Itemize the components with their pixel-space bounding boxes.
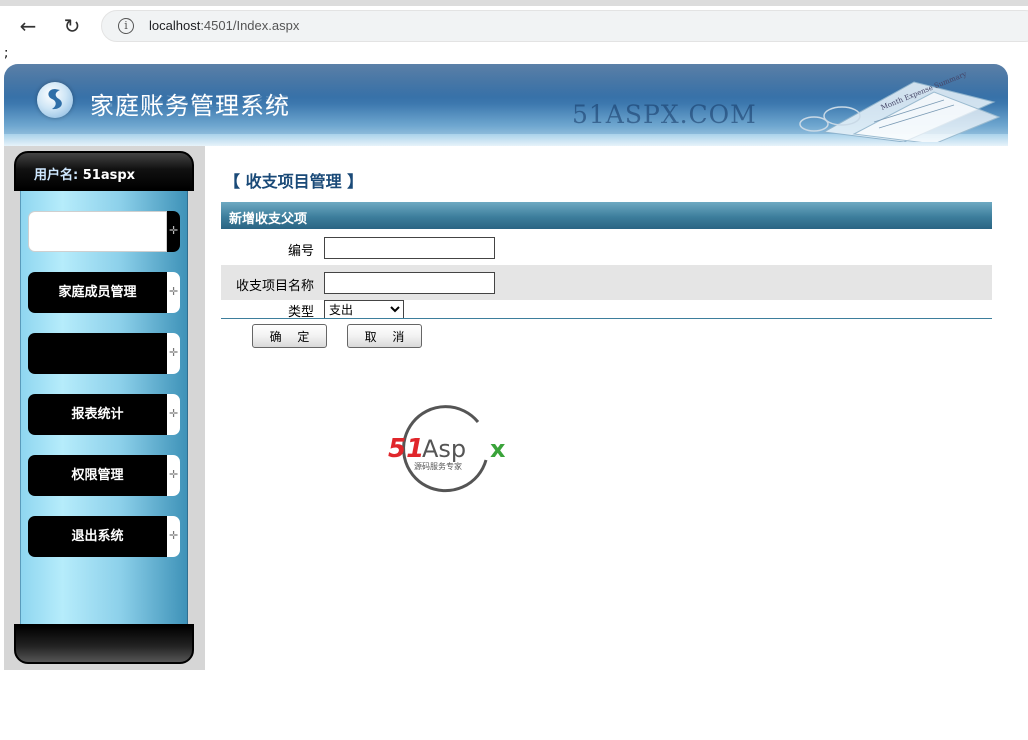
confirm-button[interactable]: 确 定 (252, 324, 327, 348)
papers-glasses-illustration: Month Expense Summary (799, 72, 1001, 142)
user-name-value: 51aspx (82, 168, 136, 183)
system-logo-icon (37, 82, 73, 118)
type-select[interactable]: 支出 (324, 300, 404, 319)
reload-icon[interactable]: ↻ (60, 14, 84, 38)
form-divider (221, 318, 992, 319)
form-row-type: 类型 支出 (221, 300, 992, 320)
item-name-input[interactable] (324, 272, 495, 294)
brand-logo-subtitle: 源码服务专家 (414, 461, 462, 471)
expand-plus-icon: ✛ (169, 407, 179, 420)
header-banner: 家庭账务管理系统 家庭账务管理系统 51ASPX.COM Month Expen… (4, 64, 1008, 146)
form-row-name: 收支项目名称 (221, 265, 992, 300)
sidebar-item-logout[interactable]: 退出系统 ✛ (28, 516, 180, 557)
user-name-label: 用户名: (34, 168, 79, 183)
code-label: 编号 (287, 244, 314, 259)
sidebar-item-1[interactable]: ✛ (28, 211, 180, 252)
sidebar-item-3[interactable]: ✛ (28, 333, 180, 374)
form-header: 新增收支父项 (221, 202, 992, 229)
expand-plus-icon: ✛ (169, 346, 179, 359)
sidebar-item-family-members[interactable]: 家庭成员管理 ✛ (28, 272, 180, 313)
page-title: 【 收支项目管理 】 (224, 172, 364, 191)
sidebar-item-label[interactable]: 报表统计 (28, 394, 167, 435)
user-header: 用户名: 51aspx (14, 151, 194, 191)
address-bar[interactable]: i localhost:4501/Index.aspx (101, 10, 1028, 42)
brand-logo-text-dark: Asp (422, 435, 466, 463)
sidebar-item-reports[interactable]: 报表统计 ✛ (28, 394, 180, 435)
code-input[interactable] (324, 237, 495, 259)
expand-plus-icon: ✛ (169, 468, 179, 481)
sidebar-item-permissions[interactable]: 权限管理 ✛ (28, 455, 180, 496)
sidebar-item-label[interactable]: 权限管理 (28, 455, 167, 496)
sidebar-item-label[interactable]: 退出系统 (28, 516, 167, 557)
brand-logo: 51 Asp x 源码服务专家 (388, 405, 506, 493)
form-header-text: 新增收支父项 (229, 212, 308, 227)
brand-logo-text-green: x (490, 435, 506, 463)
system-title-reflection: 家庭账务管理系统 (90, 93, 290, 109)
cancel-button[interactable]: 取 消 (347, 324, 422, 348)
page-stray-text: ; (4, 46, 9, 61)
info-icon[interactable]: i (118, 18, 134, 34)
banner-watermark: 51ASPX.COM (572, 100, 757, 129)
browser-toolbar: ← ↻ i localhost:4501/Index.aspx (0, 6, 1028, 46)
url-text: localhost:4501/Index.aspx (149, 18, 300, 33)
expand-plus-icon: ✛ (169, 529, 179, 542)
sidebar-item-label[interactable] (28, 211, 167, 252)
sidebar-footer (14, 624, 194, 664)
sidebar-item-label[interactable]: 家庭成员管理 (28, 272, 167, 313)
item-name-label: 收支项目名称 (235, 279, 314, 294)
expand-plus-icon: ✛ (169, 224, 179, 237)
form-row-code: 编号 (221, 232, 992, 264)
brand-logo-text-red: 51 (388, 434, 424, 464)
back-arrow-icon[interactable]: ← (16, 14, 40, 38)
sidebar-item-label[interactable] (28, 333, 167, 374)
expand-plus-icon: ✛ (169, 285, 179, 298)
